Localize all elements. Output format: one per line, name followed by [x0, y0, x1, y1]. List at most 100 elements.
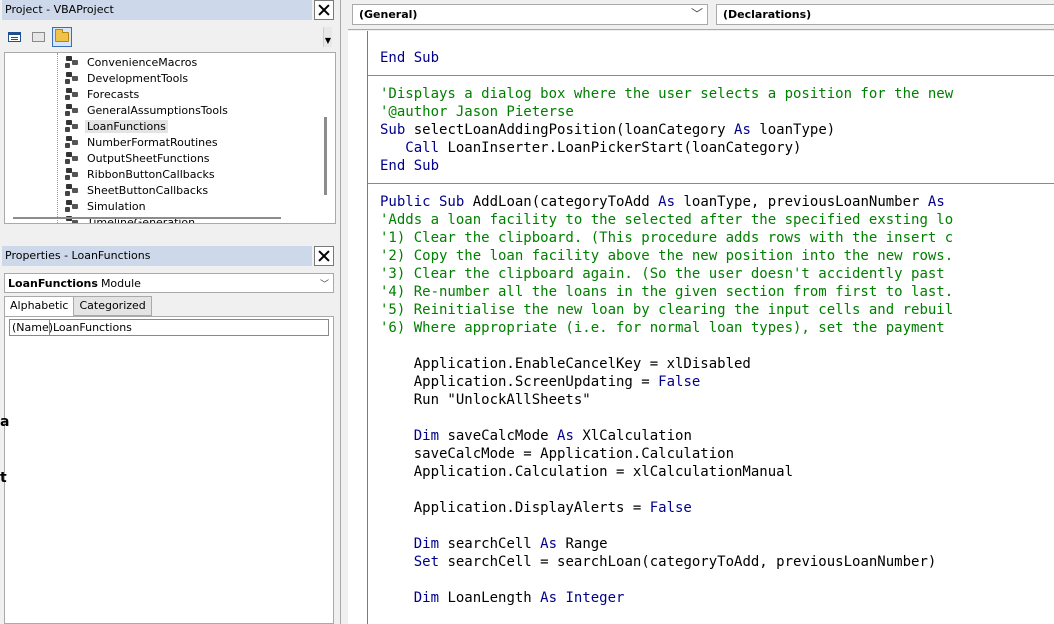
tree-item-label: OutputSheetFunctions: [87, 151, 210, 165]
module-icon: [64, 71, 80, 85]
code-line: '@author Jason Pieterse: [380, 103, 953, 121]
code-line: '2) Copy the loan facility above the new…: [380, 247, 953, 265]
code-keyword: Dim: [413, 428, 440, 444]
object-name: LoanFunctions: [8, 276, 98, 290]
properties-object-select[interactable]: LoanFunctions Module ﹀: [4, 273, 334, 293]
code-line: Dim saveCalcMode As XlCalculation: [380, 427, 953, 445]
tree-item-module[interactable]: ConvenienceMacros: [64, 54, 199, 70]
code-text: searchCell: [439, 536, 541, 552]
code-text: Application.Calculation = xlCalculationM…: [380, 464, 794, 480]
code-keyword: As: [540, 590, 558, 606]
code-text: saveCalcMode = Application.Calculation: [380, 446, 735, 462]
tree-item-module[interactable]: SheetButtonCallbacks: [64, 182, 210, 198]
code-text: LoanLength: [439, 590, 541, 606]
code-keyword: Dim: [413, 536, 440, 552]
tree-vertical-scrollbar[interactable]: [324, 117, 327, 195]
code-keyword: As: [734, 122, 751, 138]
code-keyword: Dim: [413, 590, 440, 606]
code-keyword: Call: [405, 140, 440, 156]
toggle-folders-button[interactable]: [52, 27, 72, 47]
code-line: Call LoanInserter.LoanPickerStart(loanCa…: [380, 139, 953, 157]
tree-guide-line: [57, 53, 58, 223]
code-text: Range: [557, 536, 608, 552]
tree-item-label: RibbonButtonCallbacks: [87, 167, 215, 181]
module-icon: [64, 135, 80, 149]
edge-glyph: a: [0, 414, 10, 430]
code-line: 'Displays a dialog box where the user se…: [380, 85, 953, 103]
tree-item-module[interactable]: RibbonButtonCallbacks: [64, 166, 217, 182]
tab-alphabetic[interactable]: Alphabetic: [4, 296, 75, 317]
code-text: Application.ScreenUpdating =: [380, 374, 659, 390]
project-tree[interactable]: ConvenienceMacros DevelopmentTools Forecas…: [4, 52, 336, 224]
tab-categorized[interactable]: Categorized: [73, 296, 152, 316]
object-combo-value: (General): [359, 8, 418, 21]
tree-item-label: Simulation: [87, 199, 146, 213]
view-object-button[interactable]: [28, 27, 48, 47]
margin-indicator-bar[interactable]: [348, 31, 368, 624]
chevron-down-icon: ﹀: [690, 7, 703, 21]
tree-horizontal-scrollbar[interactable]: [13, 217, 281, 219]
toolbar-overflow-button[interactable]: ▼: [323, 27, 332, 47]
module-icon: [64, 151, 80, 165]
tree-item-module[interactable]: Simulation: [64, 198, 148, 214]
module-icon: [64, 119, 80, 133]
tree-item-module[interactable]: LoanFunctions: [64, 118, 168, 134]
property-name: (Name): [12, 320, 54, 335]
folder-icon: [55, 29, 69, 42]
properties-tabs: Alphabetic Categorized: [4, 296, 152, 317]
code-text: selectLoanAddingPosition(loanCategory: [405, 122, 735, 138]
code-keyword: Integer: [565, 590, 625, 606]
tree-item-module[interactable]: OutputSheetFunctions: [64, 150, 212, 166]
code-lines: End Sub 'Displays a dialog box where the …: [380, 31, 953, 607]
tree-item-label: SheetButtonCallbacks: [87, 183, 209, 197]
view-code-button[interactable]: [4, 27, 24, 47]
tree-item-label: Forecasts: [87, 87, 140, 101]
tree-item-module[interactable]: Forecasts: [64, 86, 141, 102]
code-comment: '6) Where appropriate (i.e. for normal l…: [380, 320, 945, 336]
code-text: searchCell = searchLoan(categoryToAdd, p…: [439, 554, 937, 570]
code-line: End Sub: [380, 157, 953, 175]
code-line: Application.Calculation = xlCalculationM…: [380, 463, 953, 481]
tree-item-label: LoanFunctions: [85, 119, 168, 133]
left-pane: Project - VBAProject ▼ ConvenienceMacros…: [0, 0, 344, 624]
code-line: '4) Re-number all the loans in the given…: [380, 283, 953, 301]
property-value[interactable]: LoanFunctions: [50, 320, 132, 335]
close-project-explorer-icon[interactable]: [314, 0, 334, 20]
code-text: Application.EnableCancelKey = xlDisabled: [380, 356, 751, 372]
code-text: Application.DisplayAlerts =: [380, 500, 650, 516]
module-icon: [64, 183, 80, 197]
tree-item-module[interactable]: NumberFormatRoutines: [64, 134, 220, 150]
procedure-combo[interactable]: (Declarations): [716, 4, 1054, 25]
property-row[interactable]: (Name) LoanFunctions: [9, 319, 329, 336]
code-line: Sub selectLoanAddingPosition(loanCategor…: [380, 121, 953, 139]
code-text: XlCalculation: [573, 428, 692, 444]
code-text: loanType): [750, 122, 836, 138]
project-explorer-title: Project - VBAProject: [2, 0, 312, 20]
code-text: AddLoan(categoryToAdd: [464, 194, 659, 210]
code-text: loanType, previousLoanNumber: [675, 194, 928, 210]
tree-item-module[interactable]: GeneralAssumptionsTools: [64, 102, 230, 118]
code-comment: 'Adds a loan facility to the selected af…: [380, 212, 954, 228]
close-properties-icon[interactable]: [314, 246, 334, 266]
code-editor[interactable]: End Sub 'Displays a dialog box where the …: [348, 31, 1054, 624]
code-line: Application.EnableCancelKey = xlDisabled: [380, 355, 953, 373]
module-icon: [64, 87, 80, 101]
code-keyword: End Sub: [380, 158, 440, 174]
code-keyword: False: [649, 500, 692, 516]
object-combo[interactable]: (General) ﹀: [352, 4, 708, 25]
pane-splitter[interactable]: [340, 0, 348, 624]
tree-item-module[interactable]: DevelopmentTools: [64, 70, 190, 86]
tree-item-module[interactable]: TimelineGeneration: [64, 214, 197, 223]
code-line: Application.ScreenUpdating = False: [380, 373, 953, 391]
code-comment: 'Displays a dialog box where the user se…: [380, 86, 954, 102]
code-line: '1) Clear the clipboard. (This procedure…: [380, 229, 953, 247]
code-line: '3) Clear the clipboard again. (So the u…: [380, 265, 953, 283]
